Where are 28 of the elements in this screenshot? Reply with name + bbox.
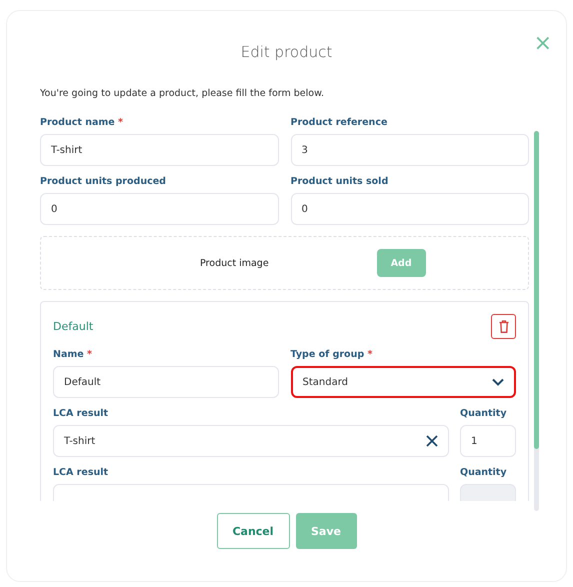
scrollbar[interactable] bbox=[534, 131, 539, 511]
field-label: Quantity bbox=[460, 408, 508, 419]
field-label: Product name * bbox=[40, 117, 124, 128]
trash-icon bbox=[498, 320, 508, 333]
delete-button[interactable] bbox=[491, 314, 516, 339]
input-field[interactable]: 3 bbox=[290, 134, 529, 166]
group-title: Default bbox=[53, 320, 94, 333]
field-label: Product units sold bbox=[290, 176, 390, 187]
field-label: Name * bbox=[53, 349, 93, 360]
field-label: Type of group * bbox=[290, 349, 374, 360]
input-field[interactable]: Default bbox=[53, 366, 278, 398]
chevron-down-icon bbox=[492, 378, 504, 386]
input-field[interactable]: T-shirt bbox=[53, 425, 449, 457]
input-field[interactable]: 0 bbox=[290, 193, 529, 225]
select-field[interactable]: Standard bbox=[290, 366, 516, 398]
field-label: Quantity bbox=[460, 467, 508, 478]
input-field[interactable]: T-shirt bbox=[40, 134, 278, 166]
intro-text: You're going to update a product, please fill the form below. bbox=[40, 88, 326, 99]
clear-icon[interactable] bbox=[426, 435, 438, 447]
dialog-title: Edit product bbox=[240, 43, 332, 61]
field-label: LCA result bbox=[53, 467, 110, 478]
field-label: LCA result bbox=[53, 408, 110, 419]
input-field[interactable]: 0 bbox=[40, 193, 278, 225]
field-label: Product reference bbox=[290, 117, 388, 128]
image-label: Product image bbox=[200, 258, 269, 268]
quantity-field[interactable]: 1 bbox=[460, 425, 516, 457]
field-label: Product units produced bbox=[40, 176, 167, 187]
cancel-button[interactable]: Cancel bbox=[216, 513, 290, 549]
